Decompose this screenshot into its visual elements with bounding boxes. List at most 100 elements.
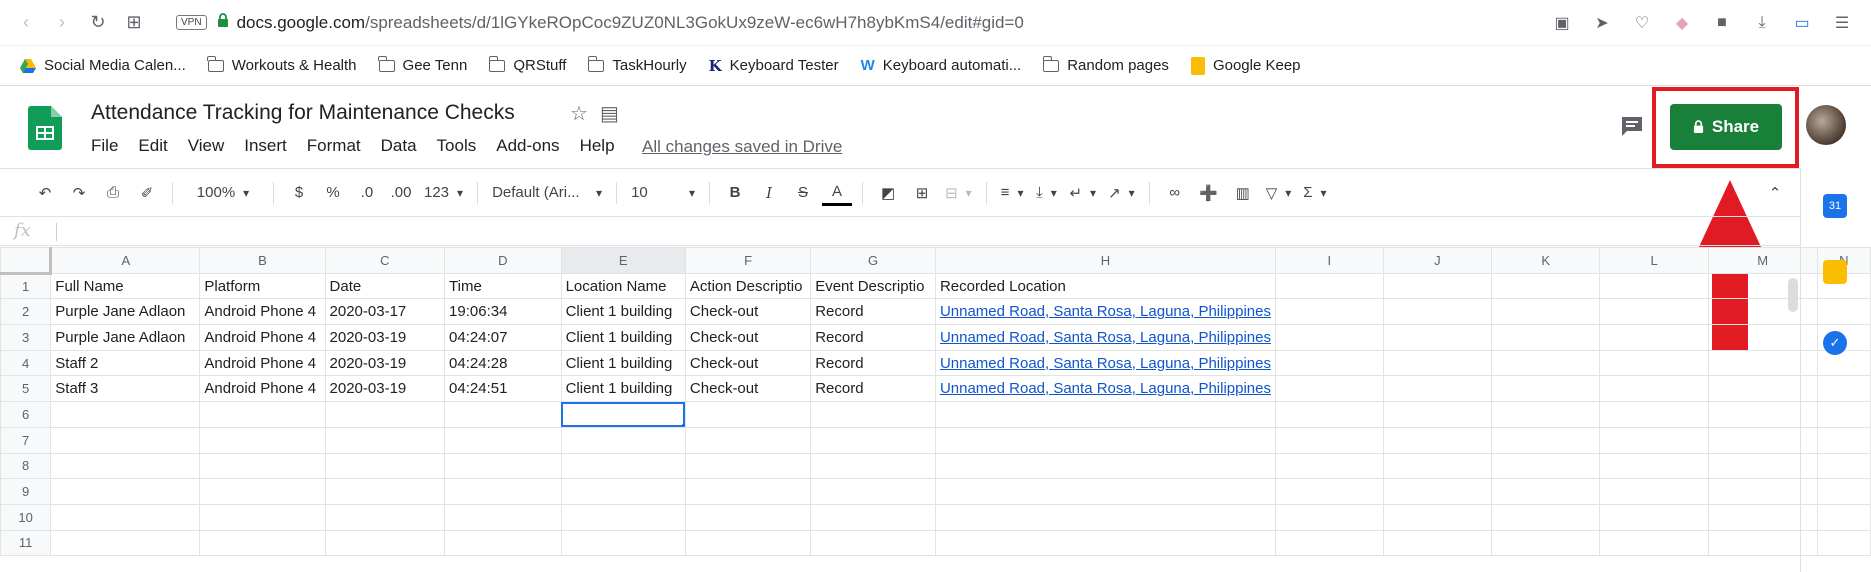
cell[interactable]: Record <box>810 375 936 403</box>
move-folder-icon[interactable]: ▤ <box>600 101 619 126</box>
cell[interactable] <box>560 529 686 557</box>
bookmark-item[interactable]: Workouts & Health <box>207 55 357 74</box>
cell[interactable]: 2020-03-19 <box>324 375 446 403</box>
cell[interactable]: Event Descriptio <box>810 272 936 300</box>
cell[interactable] <box>684 401 812 428</box>
cell[interactable] <box>1490 452 1601 480</box>
column-header[interactable]: E <box>560 247 686 274</box>
row-header[interactable]: 10 <box>0 503 52 531</box>
cell[interactable] <box>324 452 446 480</box>
cell[interactable] <box>810 401 936 428</box>
cell[interactable]: Android Phone 4 <box>199 298 326 326</box>
keep-icon[interactable] <box>1823 260 1847 284</box>
cell[interactable] <box>1382 324 1492 351</box>
menu-insert[interactable]: Insert <box>244 136 287 156</box>
borders-icon[interactable]: ⊞ <box>907 178 937 208</box>
address-bar[interactable]: docs.google.com/spreadsheets/d/1lGYkeROp… <box>237 13 1024 33</box>
cell[interactable] <box>1599 349 1709 377</box>
cell[interactable] <box>1490 426 1601 454</box>
undo-icon[interactable]: ↶ <box>30 178 60 208</box>
cell[interactable] <box>1275 298 1384 326</box>
cell[interactable] <box>50 401 201 428</box>
cell[interactable] <box>199 426 326 454</box>
cell[interactable] <box>1382 478 1492 505</box>
cell[interactable] <box>1599 401 1709 428</box>
cell[interactable] <box>199 529 326 557</box>
settings-sliders-icon[interactable]: ☰ <box>1825 5 1859 41</box>
cell[interactable] <box>1382 298 1492 326</box>
star-icon[interactable]: ☆ <box>570 101 588 126</box>
column-header[interactable]: D <box>444 247 562 274</box>
cell[interactable]: Client 1 building <box>560 324 686 351</box>
cell[interactable] <box>1275 426 1384 454</box>
cell[interactable]: 04:24:28 <box>444 349 562 377</box>
cell[interactable]: Check-out <box>684 375 812 403</box>
row-header[interactable]: 3 <box>0 324 52 351</box>
align-horizontal-icon[interactable]: ≡ <box>997 178 1028 208</box>
print-icon[interactable]: ⎙ <box>98 178 128 208</box>
cell[interactable] <box>1490 298 1601 326</box>
cell[interactable]: Android Phone 4 <box>199 375 326 403</box>
column-header[interactable]: B <box>199 247 326 274</box>
percent-button[interactable]: % <box>318 178 348 208</box>
cell[interactable] <box>1382 452 1492 480</box>
cell[interactable] <box>810 452 936 480</box>
column-header[interactable]: G <box>810 247 936 274</box>
save-status[interactable]: All changes saved in Drive <box>642 137 842 157</box>
redo-icon[interactable]: ↷ <box>64 178 94 208</box>
cell[interactable]: Client 1 building <box>560 298 686 326</box>
collapse-toolbar-icon[interactable]: ⌃ <box>1760 178 1790 208</box>
more-formats-select[interactable]: 123 <box>420 178 467 208</box>
filter-icon[interactable]: ▽ <box>1262 178 1296 208</box>
cell[interactable]: Client 1 building <box>560 349 686 377</box>
cell[interactable]: Record <box>810 324 936 351</box>
row-header[interactable]: 7 <box>0 426 52 454</box>
bookmark-item[interactable]: Gee Tenn <box>378 55 467 74</box>
cell[interactable] <box>934 529 1277 557</box>
cell[interactable]: 2020-03-19 <box>324 349 446 377</box>
tasks-icon[interactable]: ✓ <box>1823 331 1847 355</box>
italic-button[interactable]: I <box>754 178 784 208</box>
cell[interactable] <box>50 426 201 454</box>
cell[interactable] <box>1275 349 1384 377</box>
cell[interactable] <box>684 452 812 480</box>
cell[interactable] <box>324 478 446 505</box>
fill-color-icon[interactable]: ◩ <box>873 178 903 208</box>
forward-icon[interactable]: › <box>44 5 80 41</box>
cell[interactable] <box>444 503 562 531</box>
cell[interactable] <box>560 452 686 480</box>
extension-cube-icon[interactable]: ◆ <box>1665 5 1699 41</box>
cell[interactable] <box>444 452 562 480</box>
cell[interactable] <box>810 503 936 531</box>
insert-comment-icon[interactable]: ➕ <box>1194 178 1224 208</box>
cell[interactable]: Client 1 building <box>560 375 686 403</box>
cell[interactable]: Unnamed Road, Santa Rosa, Laguna, Philip… <box>934 298 1277 326</box>
bookmark-item[interactable]: Google Keep <box>1190 56 1301 75</box>
cell[interactable] <box>1382 375 1492 403</box>
cell[interactable]: Time <box>444 272 562 300</box>
row-header[interactable]: 9 <box>0 478 52 505</box>
cell[interactable]: Check-out <box>684 349 812 377</box>
text-color-button[interactable]: A <box>822 180 853 206</box>
cell[interactable] <box>1275 324 1384 351</box>
column-header[interactable]: I <box>1275 247 1384 274</box>
cell[interactable] <box>1599 529 1709 557</box>
vertical-scrollbar[interactable] <box>1788 278 1798 312</box>
cell[interactable] <box>810 529 936 557</box>
document-title[interactable]: Attendance Tracking for Maintenance Chec… <box>91 101 515 125</box>
cell[interactable] <box>560 426 686 454</box>
column-header[interactable]: J <box>1382 247 1492 274</box>
merge-cells-icon[interactable]: ⊟ <box>941 178 976 208</box>
cell[interactable] <box>1382 272 1492 300</box>
align-vertical-icon[interactable]: ⤓ <box>1031 178 1061 208</box>
text-wrap-icon[interactable]: ↵ <box>1065 178 1100 208</box>
row-header[interactable]: 1 <box>0 272 52 300</box>
cell[interactable] <box>444 401 562 428</box>
cell[interactable] <box>1490 478 1601 505</box>
cell[interactable]: 04:24:07 <box>444 324 562 351</box>
cell[interactable] <box>1599 426 1709 454</box>
cell[interactable] <box>444 478 562 505</box>
comment-icon[interactable] <box>1620 115 1644 142</box>
cell[interactable] <box>684 426 812 454</box>
cell[interactable] <box>50 503 201 531</box>
